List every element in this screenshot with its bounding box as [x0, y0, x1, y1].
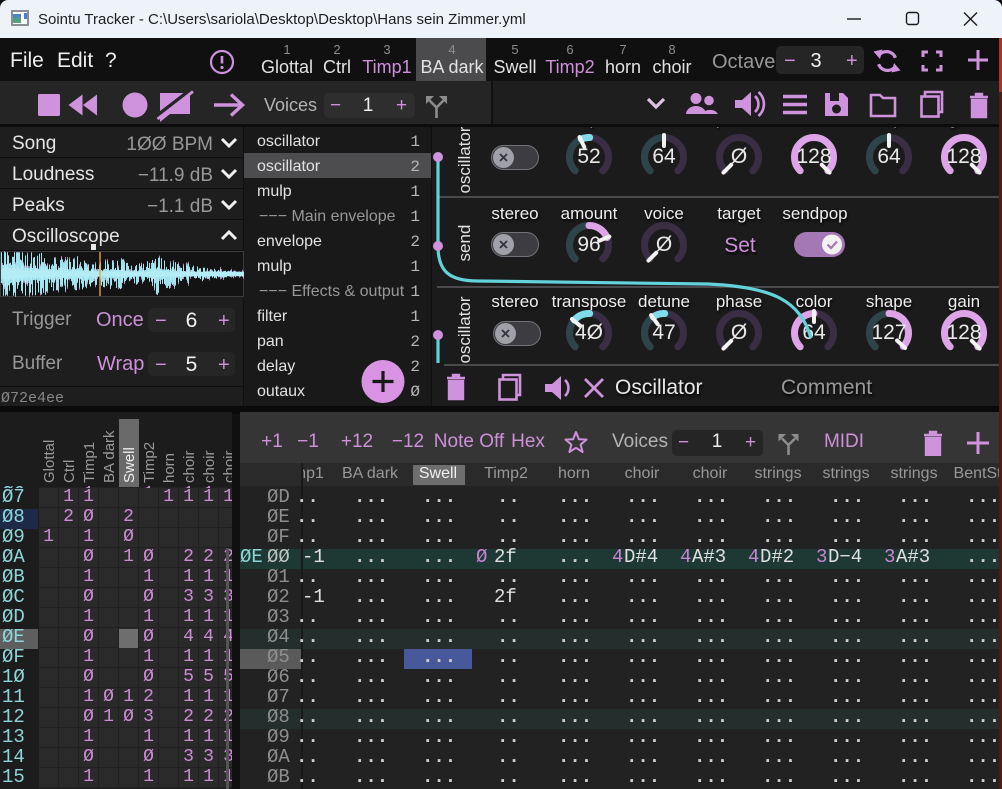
svg-text:Ctrl: Ctrl	[61, 460, 78, 483]
svg-text:Swell: Swell	[121, 447, 138, 483]
svg-text:choir: choir	[201, 450, 218, 483]
svg-text:choir: choir	[181, 450, 198, 483]
svg-text:BA dark: BA dark	[101, 430, 118, 483]
svg-text:Timp2: Timp2	[141, 442, 158, 483]
svg-text:choir: choir	[221, 450, 232, 483]
svg-text:Timp1: Timp1	[81, 442, 98, 483]
svg-text:Glottal: Glottal	[41, 440, 58, 483]
svg-text:horn: horn	[161, 453, 178, 483]
